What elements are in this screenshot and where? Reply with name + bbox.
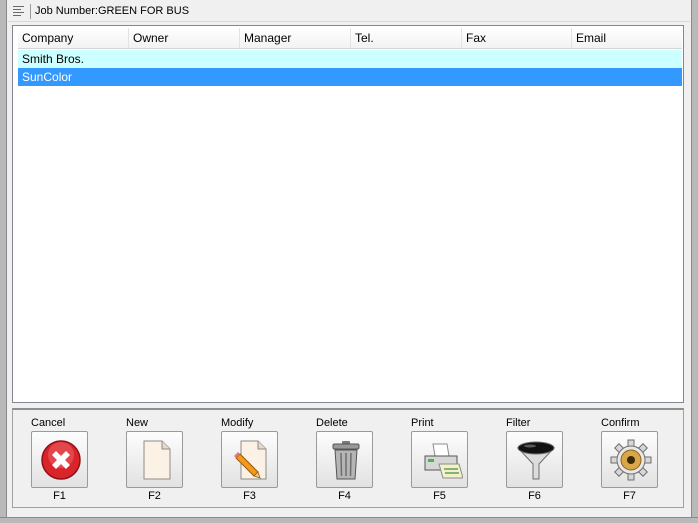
window-title: Job Number:GREEN FOR BUS — [35, 5, 190, 17]
print-label: Print — [411, 417, 434, 429]
cancel-button[interactable] — [31, 431, 88, 488]
gear-icon — [610, 439, 652, 481]
printer-icon — [424, 443, 463, 479]
filter-button[interactable] — [506, 431, 563, 488]
action-toolbar: Cancel F1 New F2 Modify F3 Delete F4 Pri… — [12, 408, 684, 508]
new-document-icon — [143, 440, 171, 480]
print-shortcut: F5 — [433, 490, 446, 502]
column-header-tel[interactable]: Tel. — [351, 28, 462, 48]
window-frame-left — [0, 0, 7, 523]
confirm-shortcut: F7 — [623, 490, 636, 502]
column-header-company[interactable]: Company — [18, 28, 129, 48]
delete-label: Delete — [316, 417, 348, 429]
title-bar: Job Number:GREEN FOR BUS — [8, 3, 690, 22]
title-separator — [30, 4, 31, 19]
modify-action: Modify F3 — [221, 410, 301, 506]
confirm-action: Confirm F7 — [601, 410, 681, 506]
cell-company: SunColor — [22, 70, 73, 84]
trash-can-icon — [332, 441, 360, 480]
grid-header: Company Owner Manager Tel. Fax Email — [18, 28, 682, 49]
filter-shortcut: F6 — [528, 490, 541, 502]
print-button[interactable] — [411, 431, 468, 488]
cell-company: Smith Bros. — [22, 52, 85, 66]
delete-action: Delete F4 — [316, 410, 396, 506]
modify-shortcut: F3 — [243, 490, 256, 502]
funnel-icon — [516, 441, 556, 480]
table-row-selected[interactable]: SunColor — [18, 68, 682, 86]
new-action: New F2 — [126, 410, 206, 506]
form-menu-icon[interactable] — [11, 4, 26, 19]
window-frame-right — [691, 0, 698, 523]
table-row[interactable]: Smith Bros. — [18, 50, 682, 68]
cancel-x-icon — [41, 440, 81, 480]
column-header-owner[interactable]: Owner — [129, 28, 240, 48]
confirm-button[interactable] — [601, 431, 658, 488]
window-frame-bottom — [0, 517, 698, 523]
new-button[interactable] — [126, 431, 183, 488]
print-action: Print F5 — [411, 410, 491, 506]
modify-button[interactable] — [221, 431, 278, 488]
column-header-manager[interactable]: Manager — [240, 28, 351, 48]
filter-action: Filter F6 — [506, 410, 586, 506]
new-label: New — [126, 417, 149, 429]
cancel-action: Cancel F1 — [31, 410, 111, 506]
column-header-fax[interactable]: Fax — [462, 28, 572, 48]
cancel-shortcut: F1 — [53, 490, 66, 502]
delete-button[interactable] — [316, 431, 373, 488]
new-shortcut: F2 — [148, 490, 161, 502]
filter-label: Filter — [506, 417, 531, 429]
column-header-email[interactable]: Email — [572, 28, 682, 48]
confirm-label: Confirm — [601, 417, 640, 429]
delete-shortcut: F4 — [338, 490, 351, 502]
edit-pencil-icon — [234, 440, 267, 480]
modify-label: Modify — [221, 417, 254, 429]
company-grid[interactable]: Company Owner Manager Tel. Fax Email Smi… — [12, 25, 684, 403]
cancel-label: Cancel — [31, 417, 66, 429]
